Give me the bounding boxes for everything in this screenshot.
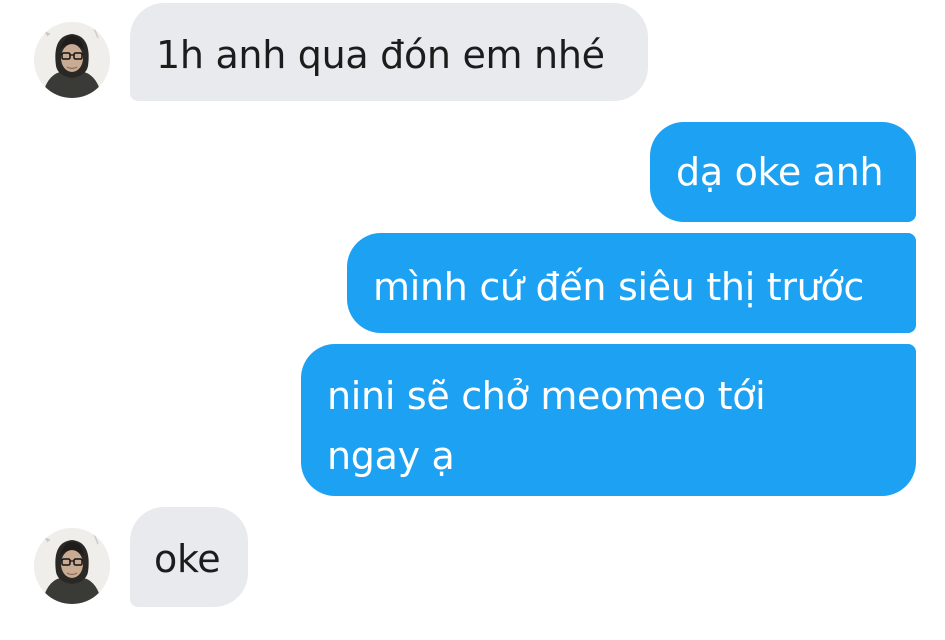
contact-avatar[interactable] xyxy=(34,528,110,604)
avatar-photo-icon xyxy=(34,528,110,604)
incoming-message-bubble[interactable]: oke xyxy=(130,507,248,607)
message-text: mình cứ đến siêu thị trước xyxy=(373,265,865,309)
message-text: 1h anh qua đón em nhé xyxy=(156,33,605,77)
avatar-photo-icon xyxy=(34,22,110,98)
message-text: nini sẽ chở meomeo tới ngay ạ xyxy=(327,374,766,478)
incoming-message-bubble[interactable]: 1h anh qua đón em nhé xyxy=(130,3,648,101)
outgoing-message-bubble[interactable]: mình cứ đến siêu thị trước xyxy=(347,233,916,333)
contact-avatar[interactable] xyxy=(34,22,110,98)
outgoing-message-bubble[interactable]: nini sẽ chở meomeo tới ngay ạ xyxy=(301,344,916,496)
message-text: dạ oke anh xyxy=(676,150,884,194)
message-thread: 1h anh qua đón em nhé dạ oke anh mình cứ… xyxy=(0,0,945,640)
message-text: oke xyxy=(154,537,221,581)
outgoing-message-bubble[interactable]: dạ oke anh xyxy=(650,122,916,222)
